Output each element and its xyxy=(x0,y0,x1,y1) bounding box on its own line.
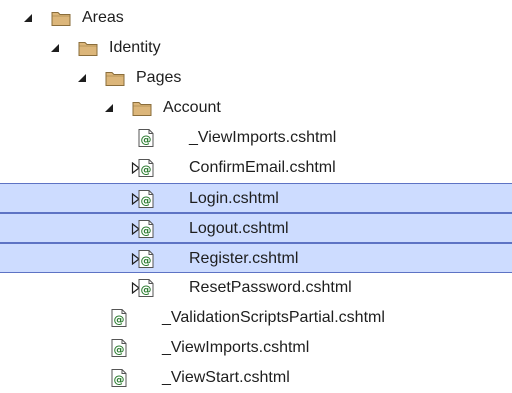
tree-item-account[interactable]: Account xyxy=(0,93,512,123)
razor-file-icon: @ xyxy=(136,278,156,297)
folder-icon xyxy=(51,9,71,27)
tree-item-label: ResetPassword.cshtml xyxy=(189,279,352,296)
svg-text:@: @ xyxy=(114,313,125,326)
tree-item-label: Register.cshtml xyxy=(189,250,299,267)
razor-file-icon: @ xyxy=(109,338,129,357)
tree-item-viewstart-cshtml[interactable]: @ _ViewStart.cshtml xyxy=(0,363,512,393)
razor-file-icon: @ xyxy=(136,158,156,177)
tree-item-areas[interactable]: Areas xyxy=(0,3,512,33)
folder-icon xyxy=(78,39,98,57)
razor-file-icon: @ xyxy=(136,249,156,268)
tree-item-identity[interactable]: Identity xyxy=(0,33,512,63)
svg-text:@: @ xyxy=(114,343,125,356)
tree-item-label: Identity xyxy=(109,39,161,56)
tree-item-label: ConfirmEmail.cshtml xyxy=(189,159,336,176)
folder-icon xyxy=(105,69,125,87)
tree-item-label: Login.cshtml xyxy=(189,190,279,207)
tree-item-register-cshtml[interactable]: @ Register.cshtml xyxy=(0,243,512,273)
svg-text:@: @ xyxy=(141,194,152,207)
tree-item-confirmemail-cshtml[interactable]: @ ConfirmEmail.cshtml xyxy=(0,153,512,183)
razor-file-icon: @ xyxy=(109,308,129,327)
expanded-arrow-icon[interactable] xyxy=(49,33,61,63)
tree-item-logout-cshtml[interactable]: @ Logout.cshtml xyxy=(0,213,512,243)
razor-file-icon: @ xyxy=(136,189,156,208)
tree-item-label: _ViewImports.cshtml xyxy=(162,339,310,356)
solution-explorer-tree: Areas Identity Pages Account @ _ViewImports.c… xyxy=(0,0,512,393)
razor-file-icon: @ xyxy=(136,219,156,238)
razor-file-icon: @ xyxy=(136,128,156,147)
expanded-arrow-icon[interactable] xyxy=(103,93,115,123)
tree-item-resetpassword-cshtml[interactable]: @ ResetPassword.cshtml xyxy=(0,273,512,303)
svg-text:@: @ xyxy=(141,224,152,237)
svg-text:@: @ xyxy=(114,373,125,386)
tree-item-viewimports-cshtml[interactable]: @ _ViewImports.cshtml xyxy=(0,333,512,363)
svg-text:@: @ xyxy=(141,163,152,176)
svg-text:@: @ xyxy=(141,283,152,296)
tree-item-label: Areas xyxy=(82,9,124,26)
tree-item-label: _ViewStart.cshtml xyxy=(162,369,290,386)
tree-item-validationscriptspartial-cshtml[interactable]: @ _ValidationScriptsPartial.cshtml xyxy=(0,303,512,333)
tree-item-viewimports-cshtml[interactable]: @ _ViewImports.cshtml xyxy=(0,123,512,153)
expanded-arrow-icon[interactable] xyxy=(76,63,88,93)
svg-text:@: @ xyxy=(141,254,152,267)
expanded-arrow-icon[interactable] xyxy=(22,3,34,33)
svg-text:@: @ xyxy=(141,133,152,146)
tree-item-login-cshtml[interactable]: @ Login.cshtml xyxy=(0,183,512,213)
razor-file-icon: @ xyxy=(109,368,129,387)
tree-item-label: Logout.cshtml xyxy=(189,220,289,237)
tree-item-pages[interactable]: Pages xyxy=(0,63,512,93)
tree-item-label: Pages xyxy=(136,69,182,86)
tree-item-label: _ValidationScriptsPartial.cshtml xyxy=(162,309,385,326)
folder-icon xyxy=(132,99,152,117)
tree-item-label: _ViewImports.cshtml xyxy=(189,129,337,146)
tree-item-label: Account xyxy=(163,99,221,116)
